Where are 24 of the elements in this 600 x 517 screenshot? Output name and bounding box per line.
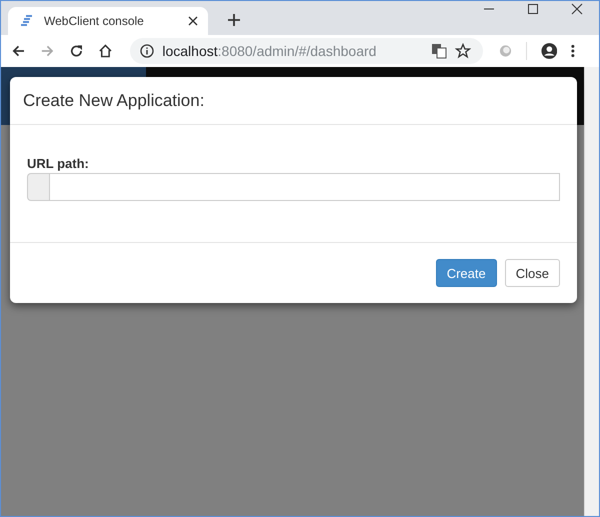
star-icon[interactable] [454, 43, 471, 59]
tab-title: WebClient console [44, 14, 145, 28]
new-tab-icon[interactable] [228, 14, 240, 26]
maximize-icon[interactable] [527, 3, 539, 15]
input-addon [27, 173, 49, 201]
modal-title: Create New Application: [23, 91, 204, 110]
account-icon[interactable] [540, 42, 558, 60]
stripes-icon [20, 14, 34, 28]
input-field[interactable] [49, 173, 560, 201]
reload-icon[interactable] [68, 43, 84, 59]
close-icon[interactable] [571, 3, 583, 15]
browser-tab[interactable]: WebClient console [8, 7, 208, 35]
close-button[interactable]: Close [504, 259, 560, 287]
close-icon[interactable] [188, 16, 198, 26]
create-button[interactable]: Create [436, 259, 497, 287]
address-bar[interactable]: localhost:8080/admin/#/dashboard [130, 38, 483, 64]
info-icon [140, 44, 154, 58]
home-icon[interactable] [98, 43, 112, 59]
back-icon[interactable] [11, 43, 26, 59]
scrollbar[interactable] [584, 67, 599, 516]
url-text: localhost:8080/admin/#/dashboard [162, 43, 378, 59]
translate-icon[interactable] [430, 43, 447, 59]
menu-icon[interactable] [571, 43, 575, 59]
field-label: URL path: [27, 156, 90, 171]
